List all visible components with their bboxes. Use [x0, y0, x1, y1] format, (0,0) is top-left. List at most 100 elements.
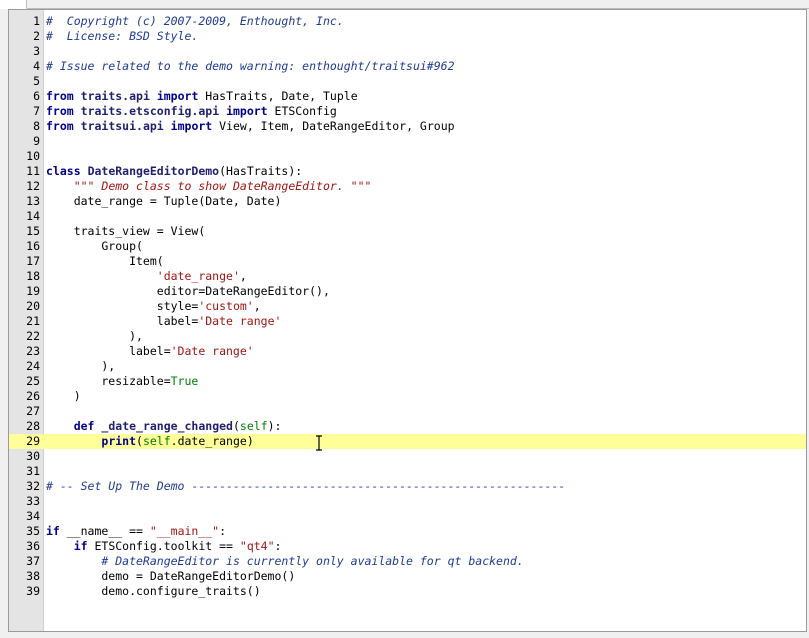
line-number: 27 [26, 404, 40, 418]
line-number: 7 [33, 104, 40, 118]
code-line[interactable]: 32 # -- Set Up The Demo -----------------… [9, 479, 806, 494]
code-line[interactable]: 15 traits_view = View( [9, 224, 806, 239]
line-number: 35 [26, 524, 40, 538]
line-code: style='custom', [46, 299, 261, 313]
code-line[interactable]: 4 # Issue related to the demo warning: en… [9, 59, 806, 74]
line-number: 18 [26, 269, 40, 283]
line-number: 10 [26, 149, 40, 163]
code-line[interactable]: 22 ), [9, 329, 806, 344]
code-line[interactable]: 3 [9, 44, 806, 59]
code-line[interactable]: 34 [9, 509, 806, 524]
line-number: 36 [26, 539, 40, 553]
code-editor[interactable]: 1 # Copyright (c) 2007-2009, Enthought, I… [8, 9, 807, 632]
code-line[interactable]: 28 def _date_range_changed(self): [9, 419, 806, 434]
code-line[interactable]: 7 from traits.etsconfig.api import ETSCon… [9, 104, 806, 119]
code-line[interactable]: 31 [9, 464, 806, 479]
code-line[interactable]: 9 [9, 134, 806, 149]
code-line[interactable]: 17 Item( [9, 254, 806, 269]
line-code: """ Demo class to show DateRangeEditor. … [73, 179, 372, 193]
line-number: 32 [26, 479, 40, 493]
tab-edge[interactable] [0, 0, 27, 9]
line-number: 20 [26, 299, 40, 313]
line-code: # Issue related to the demo warning: ent… [46, 59, 455, 73]
line-code: demo.configure_traits() [46, 584, 261, 598]
line-code: print(self.date_range) [101, 434, 254, 448]
line-code: resizable=True [46, 374, 199, 388]
code-line[interactable]: 33 [9, 494, 806, 509]
code-line[interactable]: 20 style='custom', [9, 299, 806, 314]
code-line[interactable]: 1 # Copyright (c) 2007-2009, Enthought, I… [9, 14, 806, 29]
code-line[interactable]: 5 [9, 74, 806, 89]
line-number: 24 [26, 359, 40, 373]
code-line[interactable]: 8 from traitsui.api import View, Item, Da… [9, 119, 806, 134]
code-line[interactable]: 12 """ Demo class to show DateRangeEdito… [9, 179, 806, 194]
line-number: 31 [26, 464, 40, 478]
line-number: 4 [33, 59, 40, 73]
line-code: demo = DateRangeEditorDemo() [46, 569, 296, 583]
line-code: ), [46, 329, 143, 343]
code-line[interactable]: 29 print(self.date_range) [9, 434, 806, 449]
line-code: from traits.etsconfig.api import ETSConf… [46, 104, 337, 118]
code-line[interactable]: 11 class DateRangeEditorDemo(HasTraits): [9, 164, 806, 179]
line-code: if __name__ == "__main__": [46, 524, 227, 538]
line-code: from traits.api import HasTraits, Date, … [46, 89, 358, 103]
line-code: # DateRangeEditor is currently only avai… [101, 554, 524, 568]
code-line[interactable]: 35 if __name__ == "__main__": [9, 524, 806, 539]
code-line[interactable]: 38 demo = DateRangeEditorDemo() [9, 569, 806, 584]
code-line[interactable]: 14 [9, 209, 806, 224]
code-line[interactable]: 36 if ETSConfig.toolkit == "qt4": [9, 539, 806, 554]
line-number: 1 [33, 14, 40, 28]
line-number: 11 [26, 164, 40, 178]
line-code: traits_view = View( [46, 224, 206, 238]
code-line[interactable]: 13 date_range = Tuple(Date, Date) [9, 194, 806, 209]
code-line[interactable]: 24 ), [9, 359, 806, 374]
code-line[interactable]: 21 label='Date range' [9, 314, 806, 329]
line-number: 28 [26, 419, 40, 433]
line-code: class DateRangeEditorDemo(HasTraits): [46, 164, 303, 178]
code-line[interactable]: 37 # DateRangeEditor is currently only a… [9, 554, 806, 569]
text-cursor-icon [316, 435, 322, 451]
line-number: 22 [26, 329, 40, 343]
code-line[interactable]: 27 [9, 404, 806, 419]
line-code: date_range = Tuple(Date, Date) [46, 194, 282, 208]
line-number: 2 [33, 29, 40, 43]
line-number: 23 [26, 344, 40, 358]
code-line[interactable]: 2 # License: BSD Style. [9, 29, 806, 44]
line-number: 19 [26, 284, 40, 298]
line-number: 26 [26, 389, 40, 403]
line-code: from traitsui.api import View, Item, Dat… [46, 119, 455, 133]
line-number: 9 [33, 134, 40, 148]
line-number: 16 [26, 239, 40, 253]
line-code: def _date_range_changed(self): [73, 419, 282, 433]
line-number: 13 [26, 194, 40, 208]
line-number: 15 [26, 224, 40, 238]
line-number: 30 [26, 449, 40, 463]
code-line[interactable]: 30 [9, 449, 806, 464]
line-code: # License: BSD Style. [46, 29, 199, 43]
code-line[interactable]: 23 label='Date range' [9, 344, 806, 359]
line-number: 29 [26, 434, 40, 448]
line-code: if ETSConfig.toolkit == "qt4": [73, 539, 282, 553]
line-code: # -- Set Up The Demo -------------------… [46, 479, 566, 493]
code-line[interactable]: 10 [9, 149, 806, 164]
code-lines: 1 # Copyright (c) 2007-2009, Enthought, I… [9, 14, 806, 599]
code-line[interactable]: 19 editor=DateRangeEditor(), [9, 284, 806, 299]
code-line[interactable]: 6 from traits.api import HasTraits, Date,… [9, 89, 806, 104]
line-code: label='Date range' [46, 344, 254, 358]
line-code: Item( [46, 254, 164, 268]
line-number: 33 [26, 494, 40, 508]
code-line[interactable]: 25 resizable=True [9, 374, 806, 389]
line-number: 34 [26, 509, 40, 523]
code-line[interactable]: 39 demo.configure_traits() [9, 584, 806, 599]
code-line[interactable]: 18 'date_range', [9, 269, 806, 284]
code-line[interactable]: 16 Group( [9, 239, 806, 254]
line-code: Group( [46, 239, 143, 253]
line-code: editor=DateRangeEditor(), [46, 284, 330, 298]
line-number: 6 [33, 89, 40, 103]
line-code: ) [46, 389, 81, 403]
line-number: 12 [26, 179, 40, 193]
code-line[interactable]: 26 ) [9, 389, 806, 404]
line-number: 39 [26, 584, 40, 598]
line-code: ), [46, 359, 116, 373]
line-number: 8 [33, 119, 40, 133]
